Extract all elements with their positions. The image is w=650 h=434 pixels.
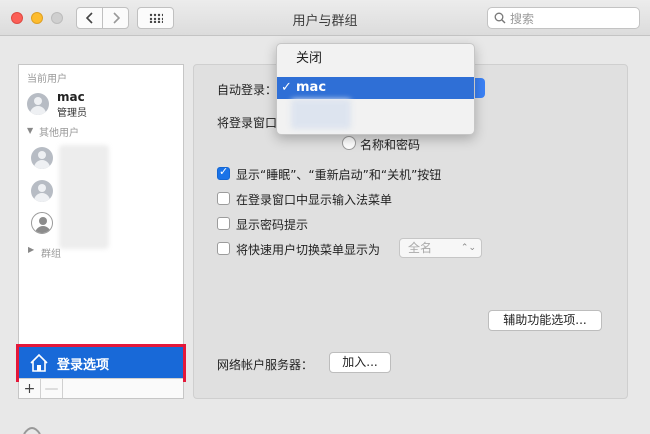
show-power-buttons-checkbox[interactable] (217, 165, 230, 180)
show-password-hints-checkbox[interactable] (217, 217, 230, 230)
triangle-right-icon[interactable]: ▶ (28, 245, 34, 254)
groups-label: 群组 (41, 249, 61, 260)
current-users-label: 当前用户 (27, 74, 67, 85)
remove-user-button[interactable]: — (41, 379, 63, 398)
menu-item-label: mac (296, 80, 327, 95)
auto-login-popup-arrows[interactable] (475, 78, 485, 98)
avatar[interactable] (31, 147, 53, 169)
house-icon (30, 353, 48, 372)
current-user-item[interactable]: mac 管理员 (19, 87, 183, 119)
show-password-hints-label: 显示密码提示 (236, 218, 309, 232)
accessibility-options-button[interactable]: 辅助功能选项... (488, 310, 602, 331)
add-remove-bar: + — (19, 378, 183, 398)
fast-user-switch-checkbox[interactable] (217, 242, 230, 255)
show-input-menu-label: 在登录窗口中显示输入法菜单 (236, 193, 393, 207)
menu-item-off[interactable]: 关闭 (277, 48, 474, 70)
menu-item-label: 关闭 (296, 51, 323, 66)
search-field[interactable]: 搜索 (487, 7, 640, 29)
login-options-item[interactable]: 登录选项 (16, 344, 186, 382)
menu-item-mac[interactable]: ✓ mac (277, 77, 474, 99)
fast-user-switch-label: 将快速用户切换菜单显示为 (236, 243, 381, 257)
auto-login-menu: 关闭 ✓ mac (276, 43, 475, 135)
users-sidebar: 当前用户 mac 管理员 ▼ 其他用户 ▶ 群组 登录选项 + — (16, 64, 186, 399)
bottom-partial-icons (20, 418, 270, 434)
search-placeholder: 搜索 (510, 11, 535, 26)
network-server-label: 网络帐户服务器： (217, 358, 314, 372)
blurred-menu-item[interactable] (291, 99, 351, 129)
other-users-label: 其他用户 (39, 128, 79, 139)
lock-icon (23, 427, 41, 434)
blurred-user-names (59, 145, 109, 249)
chevron-updown-icon: ⌃⌄ (460, 243, 476, 253)
checkmark-icon: ✓ (281, 80, 292, 95)
avatar[interactable] (31, 212, 53, 234)
show-input-menu-checkbox[interactable] (217, 192, 230, 205)
join-button[interactable]: 加入... (329, 352, 391, 373)
auto-login-label: 自动登录： (217, 83, 278, 97)
avatar[interactable] (31, 180, 53, 202)
show-power-buttons-label: 显示“睡眠”、“重新启动”和“关机”按钮 (236, 168, 442, 182)
name-password-label: 名称和密码 (360, 138, 421, 152)
current-user-name: mac (57, 90, 85, 104)
add-user-button[interactable]: + (19, 379, 41, 398)
fast-switch-value: 全名 (408, 241, 433, 255)
login-window-label: 将登录窗口 (217, 116, 278, 130)
search-icon (494, 12, 506, 24)
title-bar: 用户与群组 搜索 (0, 0, 650, 36)
name-password-radio[interactable] (342, 136, 356, 150)
avatar (27, 93, 49, 115)
fast-switch-popup[interactable]: 全名 ⌃⌄ (399, 238, 482, 258)
login-options-label: 登录选项 (57, 357, 110, 373)
current-user-role: 管理员 (57, 108, 87, 119)
triangle-down-icon[interactable]: ▼ (27, 126, 33, 135)
